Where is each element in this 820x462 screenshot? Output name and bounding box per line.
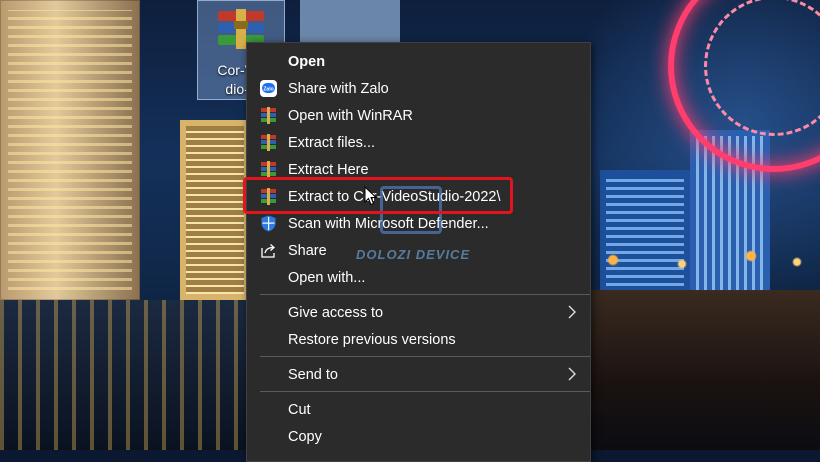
mouse-pointer-icon	[364, 186, 378, 206]
menu-item-label: Share with Zalo	[288, 80, 389, 97]
chevron-right-icon	[568, 367, 576, 381]
menu-item-label: Cut	[288, 401, 311, 418]
winrar-icon	[261, 107, 276, 124]
menu-item-share-with-zalo[interactable]: Zalo Share with Zalo	[247, 75, 590, 102]
menu-item-open-with-winrar[interactable]: Open with WinRAR	[247, 102, 590, 129]
share-icon	[261, 244, 275, 258]
menu-item-label: Copy	[288, 428, 322, 445]
waterfront	[590, 290, 820, 450]
menu-item-send-to[interactable]: Send to	[247, 361, 590, 388]
menu-separator	[260, 294, 590, 295]
menu-item-give-access-to[interactable]: Give access to	[247, 299, 590, 326]
building	[0, 0, 140, 300]
menu-item-label: Open	[288, 53, 326, 70]
menu-item-label: Open with WinRAR	[288, 107, 413, 124]
menu-separator	[260, 356, 590, 357]
menu-item-label: Extract Here	[288, 161, 369, 178]
menu-item-label: Share	[288, 242, 327, 259]
menu-separator	[260, 391, 590, 392]
menu-item-label: Extract files...	[288, 134, 376, 151]
menu-item-cut[interactable]: Cut	[247, 396, 590, 423]
menu-item-open-with[interactable]: Open with...	[247, 264, 590, 291]
svg-text:Zalo: Zalo	[263, 87, 273, 93]
menu-item-restore-previous-versions[interactable]: Restore previous versions	[247, 326, 590, 353]
zalo-icon: Zalo	[260, 80, 277, 97]
menu-item-open[interactable]: Open	[247, 48, 590, 75]
building	[600, 170, 690, 300]
chevron-right-icon	[568, 305, 576, 319]
menu-item-label: Give access to	[288, 304, 384, 321]
winrar-icon	[261, 134, 276, 151]
menu-item-label: Restore previous versions	[288, 331, 456, 348]
menu-item-copy[interactable]: Copy	[247, 423, 590, 450]
street-lights	[590, 240, 820, 280]
menu-item-label: Open with...	[288, 269, 366, 286]
menu-item-extract-files[interactable]: Extract files...	[247, 129, 590, 156]
highlight-box	[243, 177, 513, 214]
winrar-icon	[261, 161, 276, 178]
building	[180, 120, 250, 300]
menu-item-label: Send to	[288, 366, 338, 383]
defender-shield-icon	[261, 215, 276, 232]
watermark-text: DOLOZI DEVICE	[356, 247, 471, 262]
